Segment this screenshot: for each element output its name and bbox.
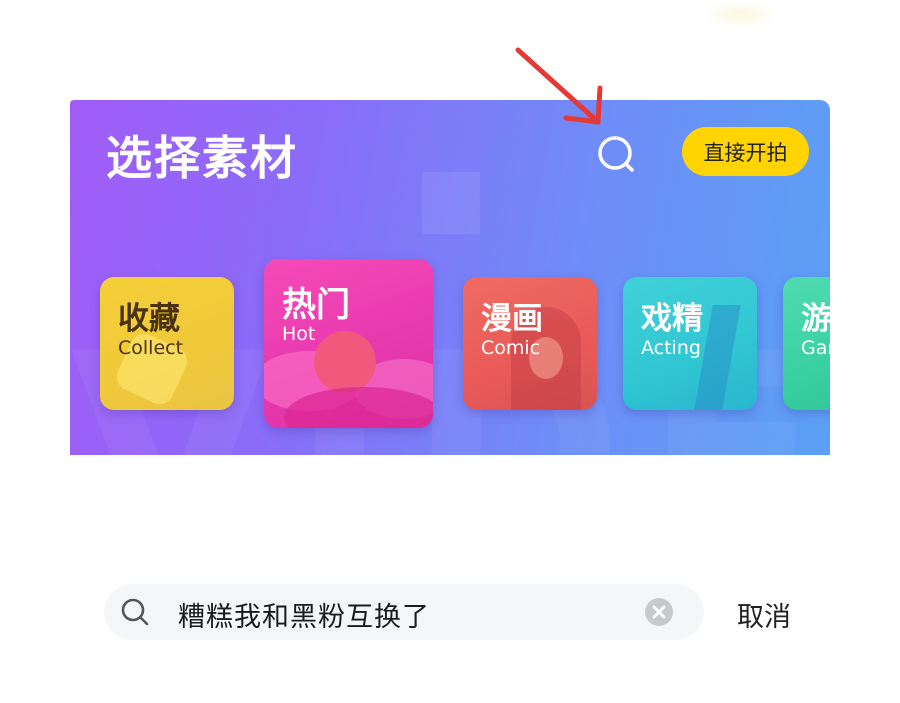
category-card-hot[interactable]: 热门 Hot <box>264 259 433 428</box>
category-subtitle: Gar <box>801 337 830 359</box>
cutoff-section-heading: ▬▬▬ <box>104 694 178 703</box>
top-smudge <box>700 0 780 28</box>
category-subtitle: Hot <box>282 323 316 345</box>
search-bar[interactable]: 糟糕我和黑粉互换了 <box>104 584 704 640</box>
annotation-arrow-icon <box>500 40 620 140</box>
banner-decoration <box>422 172 480 234</box>
category-card-game[interactable]: 游 Gar <box>783 277 830 410</box>
category-card-acting[interactable]: 戏精 Acting <box>623 277 757 410</box>
card-decoration <box>314 331 376 393</box>
shoot-now-button[interactable]: 直接开拍 <box>682 127 809 176</box>
category-title: 漫画 <box>481 301 543 337</box>
search-icon <box>120 597 150 627</box>
category-title: 戏精 <box>641 301 703 337</box>
category-card-collect[interactable]: 收藏 Collect <box>100 277 234 410</box>
category-title: 收藏 <box>118 301 180 337</box>
category-title: 热门 <box>282 285 350 325</box>
page-title: 选择素材 <box>106 131 298 185</box>
category-title: 游 <box>801 301 830 337</box>
clear-icon[interactable] <box>644 597 674 627</box>
material-banner: VIDEO 选择素材 直接开拍 收藏 Collect 热门 Hot 漫画 Com… <box>70 100 830 455</box>
category-subtitle: Collect <box>118 337 184 359</box>
category-card-comic[interactable]: 漫画 Comic <box>463 277 597 410</box>
category-subtitle: Comic <box>481 337 541 359</box>
category-subtitle: Acting <box>641 337 701 359</box>
search-input[interactable]: 糟糕我和黑粉互换了 <box>178 595 430 634</box>
cancel-button[interactable]: 取消 <box>737 595 791 634</box>
